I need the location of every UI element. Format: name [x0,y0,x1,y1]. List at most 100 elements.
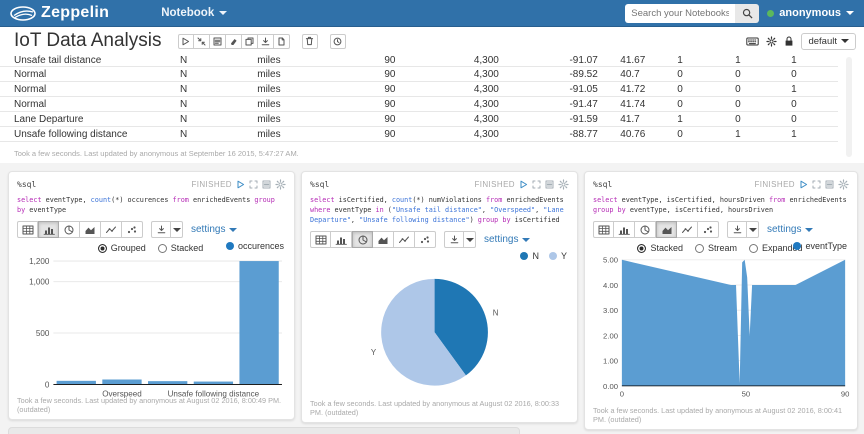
table-button[interactable] [17,221,38,238]
gear-icon[interactable] [766,36,777,47]
keyboard-icon[interactable] [746,37,759,46]
expand-icon[interactable] [812,180,821,189]
chevron-down-icon [846,11,854,15]
lock-icon[interactable] [784,36,794,47]
gear-icon[interactable] [838,179,849,190]
compress-button[interactable] [194,34,210,49]
user-status-dot [767,10,774,17]
pie-chart-button[interactable] [59,221,80,238]
settings-link[interactable]: settings [484,234,530,245]
export-data-button[interactable] [727,221,747,238]
show-code-button[interactable] [210,34,226,49]
notebook-menu[interactable]: Notebook [161,7,227,19]
play-icon[interactable] [799,180,808,189]
table-cell: Normal [0,82,178,97]
scatter-chart-button[interactable] [415,231,436,248]
pie-chart-button[interactable] [635,221,656,238]
interpreter-label: %sql [310,180,329,189]
results-table-section: Unsafe tail distanceNmiles904,300-91.074… [0,55,864,158]
remove-note-button[interactable] [302,34,318,49]
bar-chart-button[interactable] [38,221,59,238]
pie-chart-icon [357,235,369,245]
legend-dot-icon [520,252,528,260]
expand-icon[interactable] [532,180,541,189]
bar-chart-icon [43,225,55,235]
legend-item-Y[interactable]: Y [549,251,567,261]
gear-icon[interactable] [558,179,569,190]
sql-code[interactable]: select isCertified, count(*) numViolatio… [310,195,569,225]
play-icon[interactable] [236,180,245,189]
table-cell: N [178,97,255,112]
search-input[interactable] [625,4,735,23]
note-header: IoT Data Analysis default [0,27,864,55]
chart-mode-stacked[interactable]: Stacked [637,243,683,253]
view-mode-button[interactable]: default [801,33,856,50]
user-menu[interactable]: anonymous [767,7,854,19]
table-cell: -91.07 [567,55,618,67]
paragraph-status: FINISHED [474,180,515,189]
table-cell: 1 [789,127,838,142]
legend-item-N[interactable]: N [520,251,539,261]
table-button[interactable] [310,231,331,248]
lines-icon[interactable] [825,180,834,189]
table-cell: 0 [733,67,789,82]
bar-chart-button[interactable] [614,221,635,238]
table-cell: 0 [789,67,838,82]
line-chart-button[interactable] [394,231,415,248]
table-cell: 1 [789,55,838,67]
view-mode-label: default [808,36,837,47]
eraser-button[interactable] [226,34,242,49]
table-cell: 1 [675,112,733,127]
export-data-button[interactable] [151,221,171,238]
area-chart-button[interactable] [373,231,394,248]
chart-mode-stacked[interactable]: Stacked [158,243,204,253]
table-cell: 90 [382,82,471,97]
scatter-chart-button[interactable] [698,221,719,238]
gear-icon[interactable] [275,179,286,190]
lines-icon[interactable] [545,180,554,189]
zeppelin-brand[interactable]: Zeppelin [10,4,109,22]
table-cell: Unsafe following distance [0,127,178,142]
clone-icon [245,37,254,46]
scheduler-button[interactable] [330,34,346,49]
export-options-button[interactable] [464,231,476,248]
sql-code[interactable]: select eventType, isCertified, hoursDriv… [593,195,849,215]
clone-button[interactable] [242,34,258,49]
play-icon[interactable] [519,180,528,189]
pie-chart-button[interactable] [352,231,373,248]
table-row: NormalNmiles904,300-89.5240.7000 [0,67,838,82]
scatter-chart-button[interactable] [122,221,143,238]
legend-item-eventType[interactable]: eventType [793,241,847,251]
export-button[interactable] [258,34,274,49]
line-chart-button[interactable] [101,221,122,238]
table-cell: N [178,55,255,67]
table-cell: 90 [382,97,471,112]
area-chart-button[interactable] [80,221,101,238]
note-toolbar [178,34,290,49]
export-options-button[interactable] [747,221,759,238]
file-button[interactable] [274,34,290,49]
table-cell: 0 [675,82,733,97]
paragraph-status: FINISHED [754,180,795,189]
lines-icon[interactable] [262,180,271,189]
expand-icon[interactable] [249,180,258,189]
settings-link[interactable]: settings [767,224,813,235]
sql-code[interactable]: select eventType, count(*) occurences fr… [17,195,286,215]
svg-text:Overspeed: Overspeed [102,390,142,399]
search-button[interactable] [735,4,759,23]
chart-mode-stream[interactable]: Stream [695,243,737,253]
scatter-chart-icon [126,225,138,235]
play-button[interactable] [178,34,194,49]
svg-text:90: 90 [841,389,850,398]
export-options-button[interactable] [171,221,183,238]
area-chart-button[interactable] [656,221,677,238]
table-button[interactable] [593,221,614,238]
bar-chart-button[interactable] [331,231,352,248]
line-chart-button[interactable] [677,221,698,238]
chart-mode-grouped[interactable]: Grouped [98,243,146,253]
legend-item-occurences[interactable]: occurences [226,241,284,251]
export-data-button[interactable] [444,231,464,248]
radio-icon [158,244,167,253]
settings-link[interactable]: settings [191,224,237,235]
table-scrollbar[interactable] [846,57,852,157]
